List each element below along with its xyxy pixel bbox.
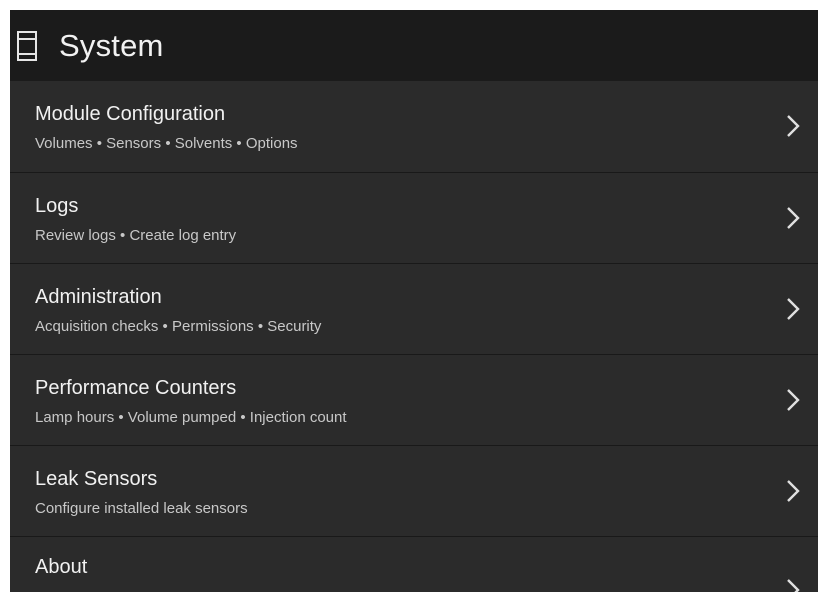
chevron-right-icon	[787, 579, 800, 592]
chevron-right-icon	[787, 480, 800, 502]
menu-item-logs[interactable]: Logs Review logs • Create log entry	[10, 173, 818, 264]
menu-item-leak-sensors[interactable]: Leak Sensors Configure installed leak se…	[10, 446, 818, 537]
chevron-right-icon	[787, 389, 800, 411]
menu-item-title: Leak Sensors	[35, 468, 158, 490]
page-title: System	[59, 27, 164, 63]
menu-item-subtitle: Volumes • Sensors • Solvents • Options	[35, 135, 298, 152]
tablet-icon	[16, 30, 38, 62]
menu-item-title: Logs	[35, 195, 79, 217]
menu-item-administration[interactable]: Administration Acquisition checks • Perm…	[10, 264, 818, 355]
menu-item-subtitle: Configure installed leak sensors	[35, 500, 248, 517]
chevron-right-icon	[787, 207, 800, 229]
menu-item-title: Administration	[35, 286, 162, 308]
menu-item-subtitle: Lamp hours • Volume pumped • Injection c…	[35, 409, 347, 426]
system-screen: System Module Configuration Volumes • Se…	[10, 10, 818, 592]
menu-item-title: Performance Counters	[35, 377, 237, 399]
menu-item-title: About	[35, 556, 88, 578]
system-menu-list: Module Configuration Volumes • Sensors •…	[10, 81, 818, 592]
header-bar: System	[10, 10, 818, 81]
chevron-right-icon	[787, 115, 800, 137]
menu-item-subtitle: Review logs • Create log entry	[35, 227, 237, 244]
menu-item-title: Module Configuration	[35, 103, 226, 125]
menu-item-performance-counters[interactable]: Performance Counters Lamp hours • Volume…	[10, 355, 818, 446]
menu-item-subtitle: Acquisition checks • Permissions • Secur…	[35, 318, 322, 335]
menu-item-about[interactable]: About	[10, 537, 818, 592]
chevron-right-icon	[787, 298, 800, 320]
menu-item-module-configuration[interactable]: Module Configuration Volumes • Sensors •…	[10, 81, 818, 173]
